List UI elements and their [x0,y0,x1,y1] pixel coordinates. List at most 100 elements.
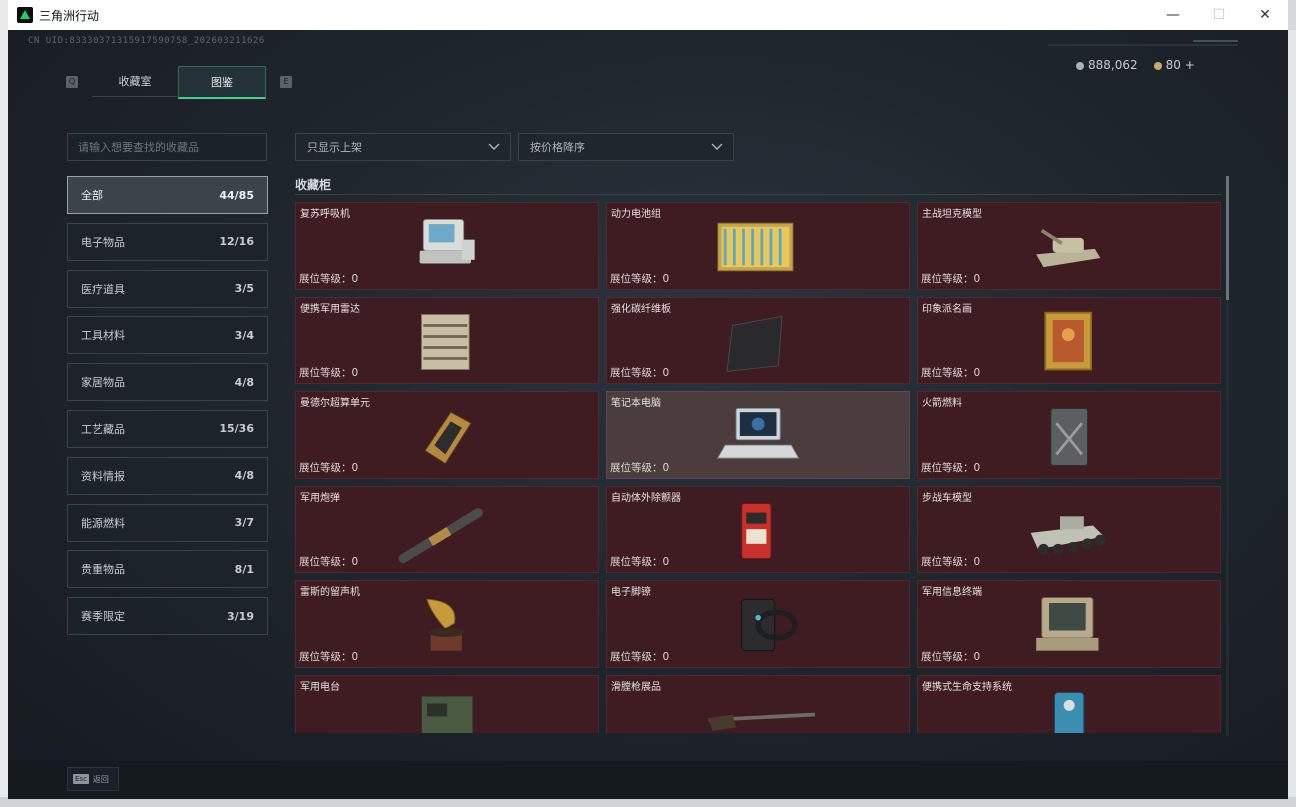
scrollbar-thumb[interactable] [1226,176,1229,300]
collection-item-card[interactable]: 便携军用雷达 展位等级：0 [295,296,599,384]
item-display-level: 展位等级：0 [921,367,981,379]
desktop-background-left [0,0,8,807]
collection-item-card[interactable]: 主战坦克模型 展位等级：0 [917,202,1221,290]
item-name: 动力电池组 [611,209,661,220]
tab-prev-key[interactable]: Q [66,76,78,88]
sort-dropdown[interactable]: 按价格降序 [518,133,734,161]
category-count: 4/8 [234,375,254,389]
esc-key-icon: Esc [73,774,89,784]
category-label: 赛季限定 [81,610,125,624]
window-controls: — ☐ ✕ [1150,0,1288,30]
game-viewport: CN UID:83330371315917590758_202603211626… [8,30,1288,799]
item-name: 军用炮弹 [300,492,340,504]
collection-item-card[interactable]: 复苏呼吸机 展位等级：0 [295,202,599,290]
tab-catalog[interactable]: 图鉴 [178,66,266,99]
collection-item-card[interactable]: 自动体外除颤器 展位等级：0 [606,485,910,573]
item-name: 主战坦克模型 [922,209,982,220]
top-divider [1048,44,1238,46]
minimize-button[interactable]: — [1150,0,1196,30]
tab-next-key[interactable]: E [280,76,292,88]
collection-item-card[interactable]: 军用信息终端 展位等级：0 [917,580,1221,668]
collection-item-card[interactable]: 强化碳纤维板 展位等级：0 [606,296,910,384]
collection-grid: 复苏呼吸机 展位等级：0 动力电池组 展位等级：0 主战坦克模型 展位等级：0 便携军用雷达… [295,202,1221,733]
item-name: 滑膛枪展品 [611,681,661,693]
close-button[interactable]: ✕ [1242,0,1288,30]
collection-item-card[interactable]: 印象派名画展位等级：0 [917,296,1221,384]
item-name: 步战车模型 [922,492,972,504]
collection-item-card[interactable]: 动力电池组展位等级：0 [606,202,910,290]
item-name: 便携军用雷达 [300,303,360,315]
category-energy[interactable]: 能源燃料 3/7 [67,503,268,542]
ankle-monitor-icon [741,598,798,652]
category-label: 电子物品 [81,235,125,249]
category-count: 15/36 [219,422,254,436]
app-logo-icon [17,7,33,23]
collection-item-card[interactable]: 军用电台 [295,674,599,733]
item-name: 火箭燃料 [922,398,962,409]
gold-coin-icon [1153,61,1162,70]
collection-item-card[interactable]: 火箭燃料 展位等级：0 [917,391,1221,479]
ifv-model-icon [1030,515,1106,555]
tank-model-icon [1036,228,1101,268]
collection-item-card[interactable]: 雷斯的留声机 展位等级：0 [295,580,599,668]
item-name: 印象派名画 [922,303,972,315]
window-title: 三角洲行动 [39,8,100,23]
item-display-level: 展位等级：0 [610,272,670,285]
collection-item-card[interactable]: 步战车模型展位等级：0 [917,485,1221,573]
category-tools[interactable]: 工具材料 3/4 [67,316,268,355]
radar-icon [421,313,470,370]
terminal-icon [1036,597,1099,651]
fuel-can-icon [1050,408,1088,466]
title-bar: 三角洲行动 — ☐ ✕ [8,0,1288,30]
collection-item-card[interactable]: 军用炮弹 展位等级：0 [295,485,599,573]
silver-currency: 888,062 [1076,58,1138,72]
collection-item-card[interactable]: 滑膛枪展品 [606,674,910,733]
item-display-level: 展位等级：0 [921,556,981,568]
category-crafts[interactable]: 工艺藏品 15/36 [67,409,268,448]
item-name: 电子脚镣 [611,587,651,598]
radio-icon [421,695,474,733]
category-valuables[interactable]: 贵重物品 8/1 [67,550,268,589]
item-name: 便携式生命支持系统 [922,681,1012,693]
category-season[interactable]: 赛季限定 3/19 [67,597,268,636]
item-display-level: 展位等级：0 [921,650,981,663]
collection-item-card[interactable]: 笔记本电脑展位等级：0 [606,391,910,479]
desktop-background-right [1288,30,1296,800]
item-display-level: 展位等级：0 [610,367,670,379]
item-name: 雷斯的留声机 [300,587,360,598]
tab-collection-room[interactable]: 收藏室 [92,66,178,97]
item-name: 笔记本电脑 [611,398,661,409]
category-all[interactable]: 全部 44/85 [67,176,268,214]
category-intel[interactable]: 资料情报 4/8 [67,456,268,495]
sort-value: 按价格降序 [530,141,585,154]
item-display-level: 展位等级：0 [299,461,359,474]
musket-icon [708,712,815,731]
item-name: 军用信息终端 [922,587,982,598]
listing-filter-dropdown[interactable]: 只显示上架 [295,133,511,161]
life-support-icon [1054,691,1085,733]
category-count: 44/85 [219,188,254,202]
item-name: 军用电台 [300,681,340,693]
category-household[interactable]: 家居物品 4/8 [67,363,268,402]
category-medical[interactable]: 医疗道具 3/5 [67,269,268,308]
collection-item-card[interactable]: 曼德尔超算单元 展位等级：0 [295,391,599,479]
category-count: 3/19 [227,609,254,623]
category-list: 全部 44/85 电子物品 12/16 医疗道具 3/5 工具材料 3/4 家居物品 4/… [67,176,268,644]
maximize-button[interactable]: ☐ [1196,0,1242,30]
item-display-level: 展位等级：0 [610,461,670,474]
category-label: 工具材料 [81,329,125,343]
section-divider [295,194,1221,195]
gold-currency[interactable]: 80 + [1153,58,1195,72]
category-count: 8/1 [234,562,254,576]
currency-bar: 888,062 80 + [1076,58,1195,72]
item-display-level: 展位等级：0 [299,272,359,285]
ventilator-icon [419,219,475,264]
collection-item-card[interactable]: 电子脚镣 展位等级：0 [606,580,910,668]
category-electronics[interactable]: 电子物品 12/16 [67,222,268,261]
footer-bar [8,761,1288,799]
search-input[interactable] [67,133,267,161]
back-button[interactable]: Esc 返回 [67,767,119,791]
game-window: 三角洲行动 — ☐ ✕ CN UID:83330371315917590758_… [8,0,1288,799]
collection-item-card[interactable]: 便携式生命支持系统 [917,674,1221,733]
category-label: 资料情报 [81,469,125,483]
